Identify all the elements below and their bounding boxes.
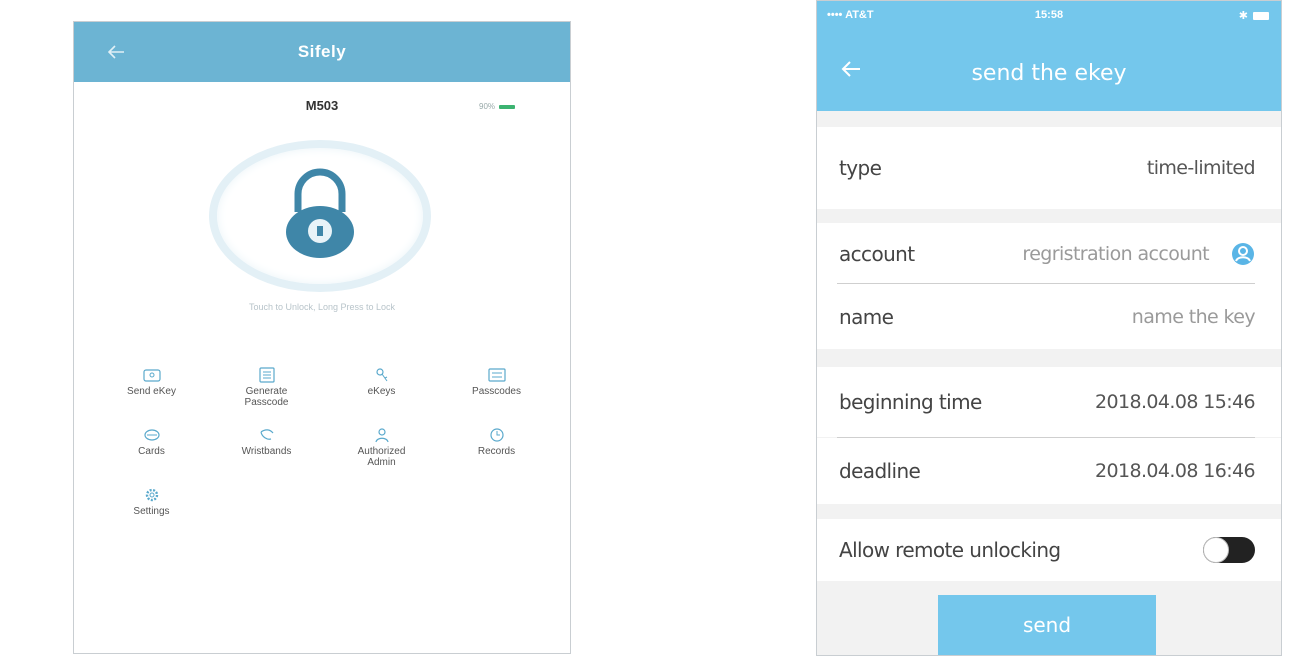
- menu-records[interactable]: Records: [439, 427, 554, 477]
- battery-indicator: 90%: [479, 102, 516, 111]
- gear-icon: [145, 488, 158, 502]
- battery-level: 90%: [479, 102, 496, 111]
- send-ekey-icon: [142, 369, 161, 382]
- lock-menu: Send eKey Generate Passcode eKeys Passco…: [94, 367, 554, 537]
- app-title: Sifely: [297, 42, 347, 61]
- page-title: send the ekey: [971, 60, 1127, 86]
- name-row[interactable]: name name the key: [817, 285, 1281, 349]
- lock-home-screen: Sifely M503 90% Touch to Unlock, Long Pr…: [73, 21, 571, 654]
- padlock-icon[interactable]: [278, 164, 362, 264]
- card-icon: [143, 429, 160, 441]
- bluetooth-icon: ✱: [1238, 10, 1248, 22]
- menu-cards[interactable]: Cards: [94, 427, 209, 477]
- menu-passcodes[interactable]: Passcodes: [439, 367, 554, 417]
- menu-settings[interactable]: Settings: [94, 487, 209, 537]
- type-value[interactable]: time-limited: [1147, 157, 1256, 179]
- battery-icon: [1253, 11, 1269, 20]
- menu-generate-passcode[interactable]: Generate Passcode: [209, 367, 324, 417]
- deadline-value[interactable]: 2018.04.08 16:46: [1095, 460, 1256, 482]
- remote-unlock-toggle[interactable]: [1203, 537, 1255, 563]
- app-header: Sifely: [74, 22, 570, 82]
- menu-ekeys[interactable]: eKeys: [324, 367, 439, 417]
- account-row[interactable]: account regristration account: [817, 223, 1281, 285]
- status-icons: ✱: [1239, 9, 1269, 22]
- deadline-label: deadline: [839, 459, 921, 483]
- send-button[interactable]: send: [938, 595, 1156, 655]
- status-bar: •••• AT&T 15:58 ✱: [817, 1, 1281, 35]
- unlock-hint: Touch to Unlock, Long Press to Lock: [248, 302, 396, 312]
- type-label: type: [839, 156, 882, 180]
- name-input[interactable]: name the key: [1132, 306, 1256, 328]
- back-arrow-icon[interactable]: [104, 40, 128, 64]
- keypad-icon: [258, 367, 275, 383]
- divider: [837, 283, 1255, 284]
- admin-icon: [374, 428, 389, 443]
- contact-icon[interactable]: [1231, 242, 1255, 266]
- beginning-time-label: beginning time: [839, 390, 982, 414]
- toggle-knob: [1203, 537, 1229, 563]
- beginning-time-value[interactable]: 2018.04.08 15:46: [1095, 391, 1256, 413]
- battery-icon: [499, 104, 516, 109]
- remote-unlock-label: Allow remote unlocking: [839, 538, 1061, 562]
- deadline-row[interactable]: deadline 2018.04.08 16:46: [817, 438, 1281, 504]
- menu-wristbands[interactable]: Wristbands: [209, 427, 324, 477]
- menu-send-ekey[interactable]: Send eKey: [94, 367, 209, 417]
- back-arrow-icon[interactable]: [839, 57, 863, 81]
- remote-unlock-row: Allow remote unlocking: [817, 519, 1281, 581]
- beginning-time-row[interactable]: beginning time 2018.04.08 15:46: [817, 367, 1281, 437]
- passcodes-icon: [487, 368, 506, 382]
- account-label: account: [839, 242, 915, 266]
- type-row[interactable]: type time-limited: [817, 127, 1281, 209]
- clock-icon: [489, 428, 504, 442]
- wristband-icon: [259, 429, 273, 440]
- send-ekey-screen: •••• AT&T 15:58 ✱ send the ekey type tim…: [816, 0, 1282, 656]
- name-label: name: [839, 305, 894, 329]
- nav-bar: send the ekey: [817, 35, 1281, 111]
- status-time: 15:58: [1034, 9, 1064, 21]
- menu-authorized-admin[interactable]: Authorized Admin: [324, 427, 439, 477]
- account-input[interactable]: regristration account: [1022, 243, 1209, 265]
- ekeys-icon: [375, 368, 387, 382]
